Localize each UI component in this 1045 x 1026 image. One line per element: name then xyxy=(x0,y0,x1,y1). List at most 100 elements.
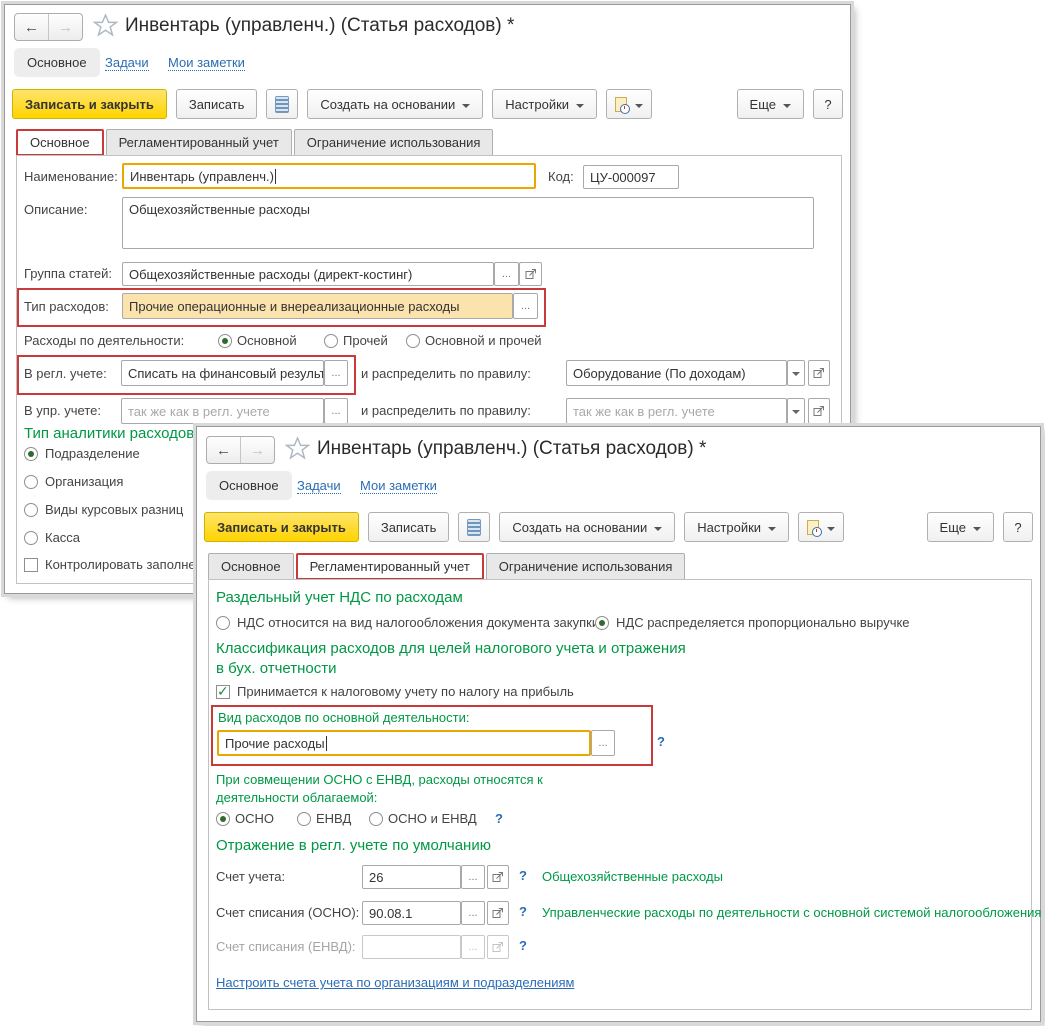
mgmt-rule-open-button[interactable] xyxy=(808,398,830,424)
save-close-button[interactable]: Записать и закрыть xyxy=(204,512,359,542)
tab-usage-limit[interactable]: Ограничение использования xyxy=(293,129,494,156)
settings-button[interactable]: Настройки xyxy=(684,512,790,542)
navlink-notes[interactable]: Мои заметки xyxy=(168,55,245,71)
checkbox-control-fill[interactable] xyxy=(24,558,38,572)
reg-accounting-label: В регл. учете: xyxy=(24,366,107,381)
expense-kind-help[interactable]: ? xyxy=(657,734,665,749)
favorite-star-icon[interactable] xyxy=(93,13,118,38)
save-button[interactable]: Записать xyxy=(367,512,450,542)
code-input[interactable]: ЦУ-000097 xyxy=(583,165,679,189)
radio-activity-other[interactable] xyxy=(324,334,338,348)
navlink-main[interactable]: Основное xyxy=(206,471,292,500)
account-label: Счет учета: xyxy=(216,869,286,884)
account-help[interactable]: ? xyxy=(519,868,527,883)
report-structure-button[interactable] xyxy=(458,512,491,542)
more-button[interactable]: Еще xyxy=(736,89,804,119)
radio-analytics-cash[interactable] xyxy=(24,531,38,545)
radio-vat-by-purchase-doc-label: НДС относится на вид налогообложения док… xyxy=(237,615,600,630)
name-input[interactable]: Инвентарь (управленч.) xyxy=(122,163,536,189)
tab-usage-limit[interactable]: Ограничение использования xyxy=(485,553,686,580)
envd-note-line2: деятельности облагаемой: xyxy=(216,790,378,805)
osno-writeoff-input[interactable]: 90.08.1 xyxy=(362,901,461,925)
help-button[interactable]: ? xyxy=(1003,512,1033,542)
setup-accounts-link[interactable]: Настроить счета учета по организациям и … xyxy=(216,975,574,990)
radio-osno-envd[interactable] xyxy=(369,812,383,826)
reg-accounting-ellipsis-button[interactable]: ... xyxy=(324,360,348,386)
reg-rule-dropdown-button[interactable] xyxy=(787,360,805,386)
radio-envd[interactable] xyxy=(297,812,311,826)
create-based-on-button[interactable]: Создать на основании xyxy=(307,89,484,119)
report-structure-button[interactable] xyxy=(266,89,299,119)
radio-analytics-exchange-diff[interactable] xyxy=(24,503,38,517)
osno-writeoff-open-button[interactable] xyxy=(487,901,509,925)
mgmt-rule-dropdown-button[interactable] xyxy=(787,398,805,424)
checkbox-tax-accounting[interactable] xyxy=(216,683,230,700)
more-button[interactable]: Еще xyxy=(926,512,994,542)
expense-kind-label: Вид расходов по основной деятельности: xyxy=(218,710,470,725)
radio-vat-by-purchase-doc[interactable] xyxy=(216,616,230,630)
tab-regulated[interactable]: Регламентированный учет xyxy=(105,129,292,156)
account-ellipsis-button[interactable]: ... xyxy=(461,865,485,889)
envd-writeoff-input[interactable] xyxy=(362,935,461,959)
expense-type-ellipsis-button[interactable]: ... xyxy=(513,293,538,319)
caret-down-icon xyxy=(792,410,800,418)
back-button[interactable]: ← xyxy=(207,437,241,463)
envd-help[interactable]: ? xyxy=(495,811,503,826)
list-icon xyxy=(467,518,482,536)
tab-regulated[interactable]: Регламентированный учет xyxy=(295,553,484,580)
help-button[interactable]: ? xyxy=(813,89,843,119)
group-ellipsis-button[interactable]: ... xyxy=(494,262,519,286)
reg-rule-open-button[interactable] xyxy=(808,360,830,386)
forward-button[interactable]: → xyxy=(49,14,82,40)
radio-osno[interactable] xyxy=(216,812,230,826)
mgmt-accounting-ellipsis-button[interactable]: ... xyxy=(324,398,348,424)
open-in-window-icon xyxy=(492,872,503,882)
envd-writeoff-help[interactable]: ? xyxy=(519,938,527,953)
osno-writeoff-ellipsis-button[interactable]: ... xyxy=(461,901,485,925)
radio-analytics-organization[interactable] xyxy=(24,475,38,489)
tab-main[interactable]: Основное xyxy=(208,553,294,580)
description-textarea[interactable]: Общехозяйственные расходы xyxy=(122,197,814,249)
envd-writeoff-ellipsis-button[interactable]: ... xyxy=(461,935,485,959)
expense-kind-input[interactable]: Прочие расходы xyxy=(217,730,591,756)
reminder-button[interactable] xyxy=(606,89,653,119)
osno-writeoff-help[interactable]: ? xyxy=(519,904,527,919)
mgmt-accounting-input[interactable]: так же как в регл. учете xyxy=(121,398,324,424)
tab-main[interactable]: Основное xyxy=(16,129,104,156)
envd-writeoff-open-button[interactable] xyxy=(487,935,509,959)
reminder-button[interactable] xyxy=(798,512,845,542)
reg-rule-input[interactable]: Оборудование (По доходам) xyxy=(566,360,787,386)
account-input[interactable]: 26 xyxy=(362,865,461,889)
group-input[interactable]: Общехозяйственные расходы (директ-костин… xyxy=(122,262,494,286)
navlink-notes[interactable]: Мои заметки xyxy=(360,478,437,494)
reg-accounting-input[interactable]: Списать на финансовый результат xyxy=(121,360,324,386)
favorite-star-icon[interactable] xyxy=(285,436,310,461)
navlink-main[interactable]: Основное xyxy=(14,48,100,77)
radio-vat-by-revenue-label: НДС распределяется пропорционально выруч… xyxy=(616,615,910,630)
group-open-button[interactable] xyxy=(519,262,542,286)
account-open-button[interactable] xyxy=(487,865,509,889)
back-button[interactable]: ← xyxy=(15,14,49,40)
expense-type-label: Тип расходов: xyxy=(24,299,109,314)
code-label: Код: xyxy=(548,169,574,184)
create-based-on-button[interactable]: Создать на основании xyxy=(499,512,676,542)
caret-down-icon xyxy=(635,103,644,112)
expense-type-input[interactable]: Прочие операционные и внереализационные … xyxy=(122,293,513,319)
radio-envd-label: ЕНВД xyxy=(316,811,352,826)
navlink-tasks[interactable]: Задачи xyxy=(297,478,341,494)
radio-activity-main[interactable] xyxy=(218,334,232,348)
envd-note-line1: При совмещении ОСНО с ЕНВД, расходы отно… xyxy=(216,772,543,787)
radio-vat-by-revenue[interactable] xyxy=(595,616,609,630)
radio-activity-both[interactable] xyxy=(406,334,420,348)
caret-down-icon xyxy=(462,103,471,112)
caret-down-icon xyxy=(783,103,791,112)
expense-kind-ellipsis-button[interactable]: ... xyxy=(591,730,615,756)
save-button[interactable]: Записать xyxy=(175,89,258,119)
save-close-button[interactable]: Записать и закрыть xyxy=(12,89,167,119)
forward-button[interactable]: → xyxy=(241,437,274,463)
caret-down-icon xyxy=(654,526,663,535)
settings-button[interactable]: Настройки xyxy=(492,89,598,119)
radio-analytics-department[interactable] xyxy=(24,447,38,461)
mgmt-rule-input[interactable]: так же как в регл. учете xyxy=(566,398,787,424)
navlink-tasks[interactable]: Задачи xyxy=(105,55,149,71)
